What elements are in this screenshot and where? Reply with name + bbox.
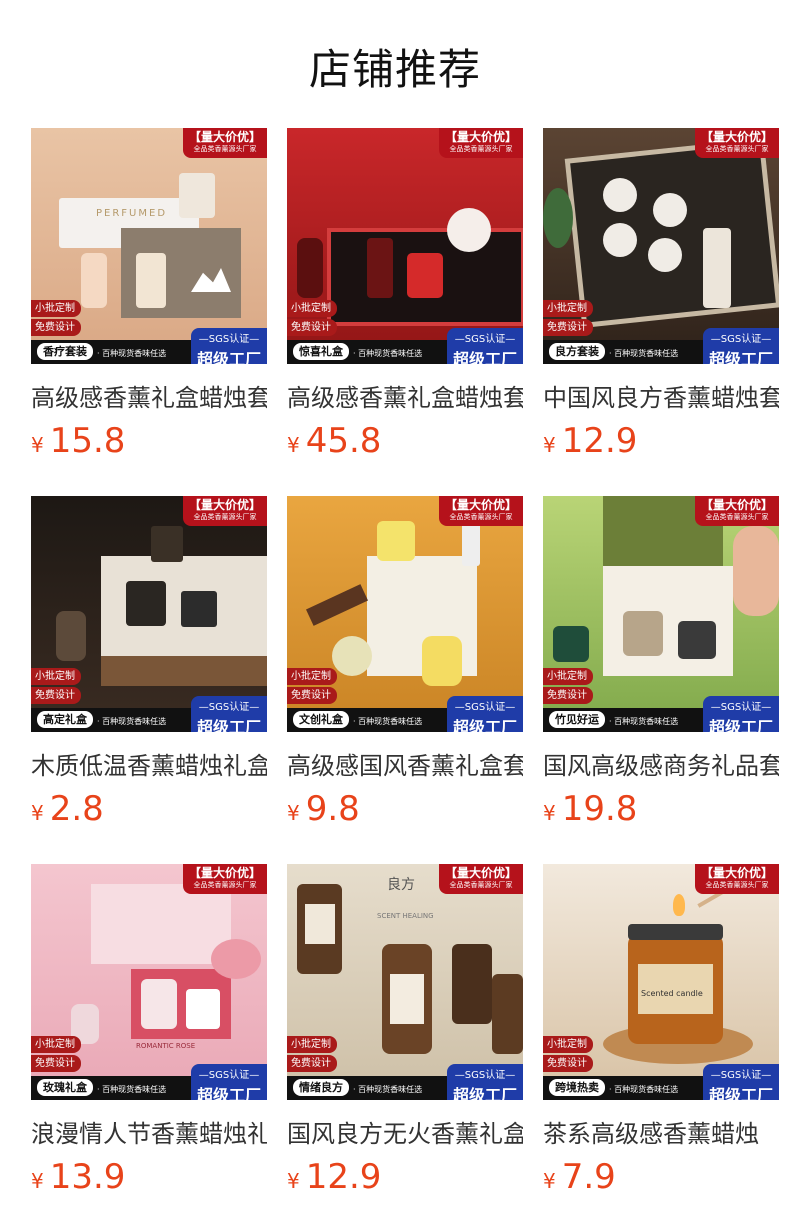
product-name[interactable]: 国风良方无火香薰礼盒 — [287, 1114, 523, 1149]
promo-badge: 【量大价优】 全品类香薰源头厂家 — [183, 864, 267, 894]
product-image[interactable]: 【量大价优】 全品类香薰源头厂家 小批定制 免费设计 高定礼盒 · 百种现货香味任… — [31, 496, 267, 732]
product-name[interactable]: 木质低温香薰蜡烛礼盒 — [31, 746, 267, 781]
slogan: · 百种现货香味任选 — [97, 1085, 167, 1094]
product-image[interactable]: 良方 SCENT HEALING 【量大价优】 全品类香薰源头厂家 小批定制 免费… — [287, 864, 523, 1100]
product-name[interactable]: 浪漫情人节香薰蜡烛礼盒 — [31, 1114, 267, 1149]
product-name[interactable]: 高级感香薰礼盒蜡烛套装 — [287, 378, 523, 413]
tag-small-batch: 小批定制 — [543, 1036, 593, 1053]
series-label: 竹见好运 — [549, 711, 605, 728]
box-text: PERFUMED — [96, 208, 168, 219]
product-image[interactable]: Scented candle 【量大价优】 全品类香薰源头厂家 小批定制 免费设计… — [543, 864, 779, 1100]
series-label: 情绪良方 — [293, 1079, 349, 1096]
tag-free-design: 免费设计 — [31, 319, 81, 336]
series-label: 香疗套装 — [37, 343, 93, 360]
product-price: ¥19.8 — [543, 789, 638, 829]
product-name[interactable]: 中国风良方香薰蜡烛套装 — [543, 378, 779, 413]
promo-badge: 【量大价优】 全品类香薰源头厂家 — [183, 128, 267, 158]
scene-subtitle: SCENT HEALING — [377, 912, 434, 920]
tag-small-batch: 小批定制 — [543, 668, 593, 685]
tag-small-batch: 小批定制 — [31, 300, 81, 317]
slogan: · 百种现货香味任选 — [97, 349, 167, 358]
series-label: 跨境热卖 — [549, 1079, 605, 1096]
product-card[interactable]: PERFUMED 【量大价优】 全品类香薰源头厂家 小批定制 免费设计 香疗套装 … — [31, 128, 267, 461]
sgs-badge: —SGS认证— 超级工厂 — [447, 328, 523, 364]
promo-badge: 【量大价优】 全品类香薰源头厂家 — [439, 128, 523, 158]
page-title: 店铺推荐 — [308, 45, 481, 94]
product-image[interactable]: 【量大价优】 全品类香薰源头厂家 小批定制 免费设计 竹见好运 · 百种现货香味任… — [543, 496, 779, 732]
product-name[interactable]: 茶系高级感香薰蜡烛 — [543, 1114, 779, 1149]
product-card[interactable]: 【量大价优】 全品类香薰源头厂家 小批定制 免费设计 竹见好运 · 百种现货香味任… — [543, 496, 779, 829]
product-image[interactable]: PERFUMED 【量大价优】 全品类香薰源头厂家 小批定制 免费设计 香疗套装 … — [31, 128, 267, 364]
tag-free-design: 免费设计 — [543, 687, 593, 704]
promo-badge: 【量大价优】 全品类香薰源头厂家 — [439, 864, 523, 894]
tag-small-batch: 小批定制 — [287, 668, 337, 685]
product-name[interactable]: 国风高级感商务礼品套装 — [543, 746, 779, 781]
series-label: 惊喜礼盒 — [293, 343, 349, 360]
slogan: · 百种现货香味任选 — [609, 717, 679, 726]
product-card[interactable]: 【量大价优】 全品类香薰源头厂家 小批定制 免费设计 惊喜礼盒 · 百种现货香味任… — [287, 128, 523, 461]
promo-badge: 【量大价优】 全品类香薰源头厂家 — [183, 496, 267, 526]
tag-free-design: 免费设计 — [31, 687, 81, 704]
sgs-badge: —SGS认证— 超级工厂 — [191, 696, 267, 732]
box-text: ROMANTIC ROSE — [136, 1042, 196, 1050]
tag-free-design: 免费设计 — [287, 319, 337, 336]
product-name[interactable]: 高级感香薰礼盒蜡烛套装 — [31, 378, 267, 413]
tag-free-design: 免费设计 — [543, 1055, 593, 1072]
slogan: · 百种现货香味任选 — [609, 1085, 679, 1094]
tag-free-design: 免费设计 — [287, 687, 337, 704]
sgs-badge: —SGS认证— 超级工厂 — [703, 328, 779, 364]
slogan: · 百种现货香味任选 — [353, 717, 423, 726]
series-label: 良方套装 — [549, 343, 605, 360]
tag-small-batch: 小批定制 — [287, 1036, 337, 1053]
product-price: ¥7.9 — [543, 1157, 616, 1197]
sgs-badge: —SGS认证— 超级工厂 — [703, 696, 779, 732]
slogan: · 百种现货香味任选 — [97, 717, 167, 726]
product-image[interactable]: 【量大价优】 全品类香薰源头厂家 小批定制 免费设计 惊喜礼盒 · 百种现货香味任… — [287, 128, 523, 364]
scene-title: 良方 — [387, 877, 415, 893]
tag-small-batch: 小批定制 — [31, 668, 81, 685]
sgs-badge: —SGS认证— 超级工厂 — [447, 1064, 523, 1100]
tag-free-design: 免费设计 — [287, 1055, 337, 1072]
product-card[interactable]: 【量大价优】 全品类香薰源头厂家 小批定制 免费设计 文创礼盒 · 百种现货香味任… — [287, 496, 523, 829]
product-image[interactable]: ROMANTIC ROSE 【量大价优】 全品类香薰源头厂家 小批定制 免费设计 … — [31, 864, 267, 1100]
promo-badge: 【量大价优】 全品类香薰源头厂家 — [695, 864, 779, 894]
series-label: 玫瑰礼盒 — [37, 1079, 93, 1096]
product-card[interactable]: 【量大价优】 全品类香薰源头厂家 小批定制 免费设计 良方套装 · 百种现货香味任… — [543, 128, 779, 461]
product-price: ¥13.9 — [31, 1157, 126, 1197]
tag-small-batch: 小批定制 — [543, 300, 593, 317]
product-card[interactable]: 良方 SCENT HEALING 【量大价优】 全品类香薰源头厂家 小批定制 免费… — [287, 864, 523, 1197]
product-price: ¥9.8 — [287, 789, 360, 829]
series-label: 高定礼盒 — [37, 711, 93, 728]
slogan: · 百种现货香味任选 — [353, 1085, 423, 1094]
product-price: ¥2.8 — [31, 789, 104, 829]
product-image[interactable]: 【量大价优】 全品类香薰源头厂家 小批定制 免费设计 良方套装 · 百种现货香味任… — [543, 128, 779, 364]
promo-badge: 【量大价优】 全品类香薰源头厂家 — [695, 496, 779, 526]
slogan: · 百种现货香味任选 — [353, 349, 423, 358]
series-label: 文创礼盒 — [293, 711, 349, 728]
sgs-badge: —SGS认证— 超级工厂 — [447, 696, 523, 732]
product-price: ¥12.9 — [543, 421, 638, 461]
product-card[interactable]: Scented candle 【量大价优】 全品类香薰源头厂家 小批定制 免费设计… — [543, 864, 779, 1197]
tag-free-design: 免费设计 — [31, 1055, 81, 1072]
product-price: ¥12.9 — [287, 1157, 382, 1197]
sgs-badge: —SGS认证— 超级工厂 — [191, 328, 267, 364]
product-card[interactable]: 【量大价优】 全品类香薰源头厂家 小批定制 免费设计 高定礼盒 · 百种现货香味任… — [31, 496, 267, 829]
promo-badge: 【量大价优】 全品类香薰源头厂家 — [695, 128, 779, 158]
tag-free-design: 免费设计 — [543, 319, 593, 336]
promo-badge: 【量大价优】 全品类香薰源头厂家 — [439, 496, 523, 526]
jar-label: Scented candle — [641, 989, 703, 998]
tag-small-batch: 小批定制 — [31, 1036, 81, 1053]
sgs-badge: —SGS认证— 超级工厂 — [191, 1064, 267, 1100]
product-card[interactable]: ROMANTIC ROSE 【量大价优】 全品类香薰源头厂家 小批定制 免费设计 … — [31, 864, 267, 1197]
product-name[interactable]: 高级感国风香薰礼盒套装 — [287, 746, 523, 781]
sgs-badge: —SGS认证— 超级工厂 — [703, 1064, 779, 1100]
product-price: ¥45.8 — [287, 421, 382, 461]
product-image[interactable]: 【量大价优】 全品类香薰源头厂家 小批定制 免费设计 文创礼盒 · 百种现货香味任… — [287, 496, 523, 732]
product-price: ¥15.8 — [31, 421, 126, 461]
slogan: · 百种现货香味任选 — [609, 349, 679, 358]
tag-small-batch: 小批定制 — [287, 300, 337, 317]
